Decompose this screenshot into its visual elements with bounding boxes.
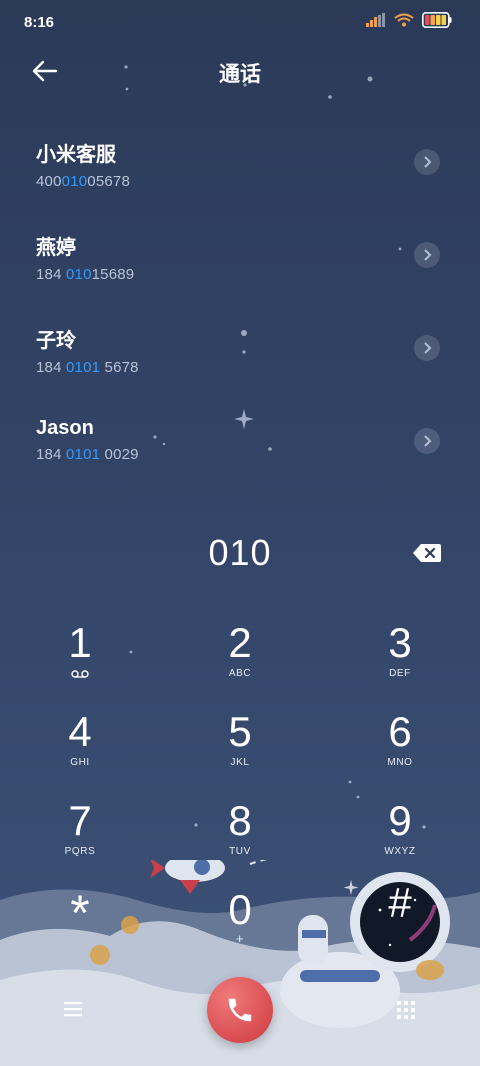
contact-detail-button[interactable] xyxy=(414,335,440,361)
key-hash[interactable]: # xyxy=(340,880,460,960)
contact-item[interactable]: 小米客服 40001005678 xyxy=(36,138,444,198)
chevron-right-icon xyxy=(424,435,432,447)
number-match-highlight: 010 xyxy=(61,173,88,190)
call-button[interactable] xyxy=(207,977,273,1043)
dialpad-icon[interactable] xyxy=(396,1000,416,1022)
key-digit: 3 xyxy=(388,619,412,666)
battery-icon xyxy=(422,12,452,28)
key-letters: MNO xyxy=(387,757,413,768)
chevron-right-icon xyxy=(424,156,432,168)
key-0[interactable]: 0 + xyxy=(180,887,300,967)
key-2[interactable]: 2 ABC xyxy=(180,620,300,700)
key-4[interactable]: 4 GHI xyxy=(20,709,140,789)
key-1[interactable]: 1 xyxy=(20,620,140,700)
contact-name: 子玲 xyxy=(36,330,76,352)
page-title: 通话 xyxy=(219,63,261,86)
key-digit: 8 xyxy=(228,797,252,844)
key-letters: PQRS xyxy=(64,846,96,857)
key-3[interactable]: 3 DEF xyxy=(340,620,460,700)
backspace-icon[interactable] xyxy=(412,543,442,563)
key-letters: ABC xyxy=(228,668,252,679)
key-digit: 9 xyxy=(388,797,412,844)
key-digit: 1 xyxy=(68,619,92,666)
contact-item[interactable]: 燕婷 184 01015689 xyxy=(36,231,444,291)
key-8[interactable]: 8 TUV xyxy=(180,798,300,878)
contact-item[interactable]: 子玲 184 0101 5678 xyxy=(36,324,444,384)
voicemail-icon xyxy=(71,670,89,678)
key-digit: 0 xyxy=(228,886,252,933)
chevron-right-icon xyxy=(424,249,432,261)
signal-icon xyxy=(366,13,385,27)
number-match-highlight: 0101 xyxy=(66,359,101,376)
key-digit: 6 xyxy=(388,708,412,755)
chevron-right-icon xyxy=(424,342,432,354)
contact-number: 184 0101 5678 xyxy=(36,359,139,376)
number-match-highlight: 010 xyxy=(66,266,92,283)
contact-number: 184 0101 0029 xyxy=(36,446,139,463)
number-match-highlight: 0101 xyxy=(66,446,101,463)
contact-detail-button[interactable] xyxy=(414,242,440,268)
key-digit: 7 xyxy=(68,797,92,844)
phone-icon xyxy=(228,998,252,1022)
key-letters: GHI xyxy=(70,757,90,768)
key-letters: WXYZ xyxy=(384,846,416,857)
wifi-icon xyxy=(394,13,414,27)
key-5[interactable]: 5 JKL xyxy=(180,709,300,789)
key-6[interactable]: 6 MNO xyxy=(340,709,460,789)
dial-input-display: 010 xyxy=(208,532,272,573)
key-digit: 5 xyxy=(228,708,252,755)
key-letters: TUV xyxy=(229,846,251,857)
key-7[interactable]: 7 PQRS xyxy=(20,798,140,878)
contact-name: Jason xyxy=(36,417,94,439)
key-digit: 2 xyxy=(228,619,252,666)
key-digit: 4 xyxy=(68,708,92,755)
contact-name: 燕婷 xyxy=(36,237,76,259)
key-star[interactable]: * xyxy=(20,887,140,967)
key-digit: # xyxy=(388,879,412,926)
contact-number: 184 01015689 xyxy=(36,266,135,283)
status-icons xyxy=(366,12,452,28)
contact-detail-button[interactable] xyxy=(414,149,440,175)
contact-name: 小米客服 xyxy=(36,144,116,166)
key-letters: JKL xyxy=(230,757,250,768)
key-9[interactable]: 9 WXYZ xyxy=(340,798,460,878)
key-digit: * xyxy=(70,885,90,941)
contact-detail-button[interactable] xyxy=(414,428,440,454)
contact-item[interactable]: Jason 184 0101 0029 xyxy=(36,417,444,477)
menu-icon[interactable] xyxy=(62,998,84,1020)
status-time: 8:16 xyxy=(24,14,55,31)
contact-number: 40001005678 xyxy=(36,173,130,190)
key-letters: DEF xyxy=(389,668,411,679)
key-letters: + xyxy=(235,931,245,946)
